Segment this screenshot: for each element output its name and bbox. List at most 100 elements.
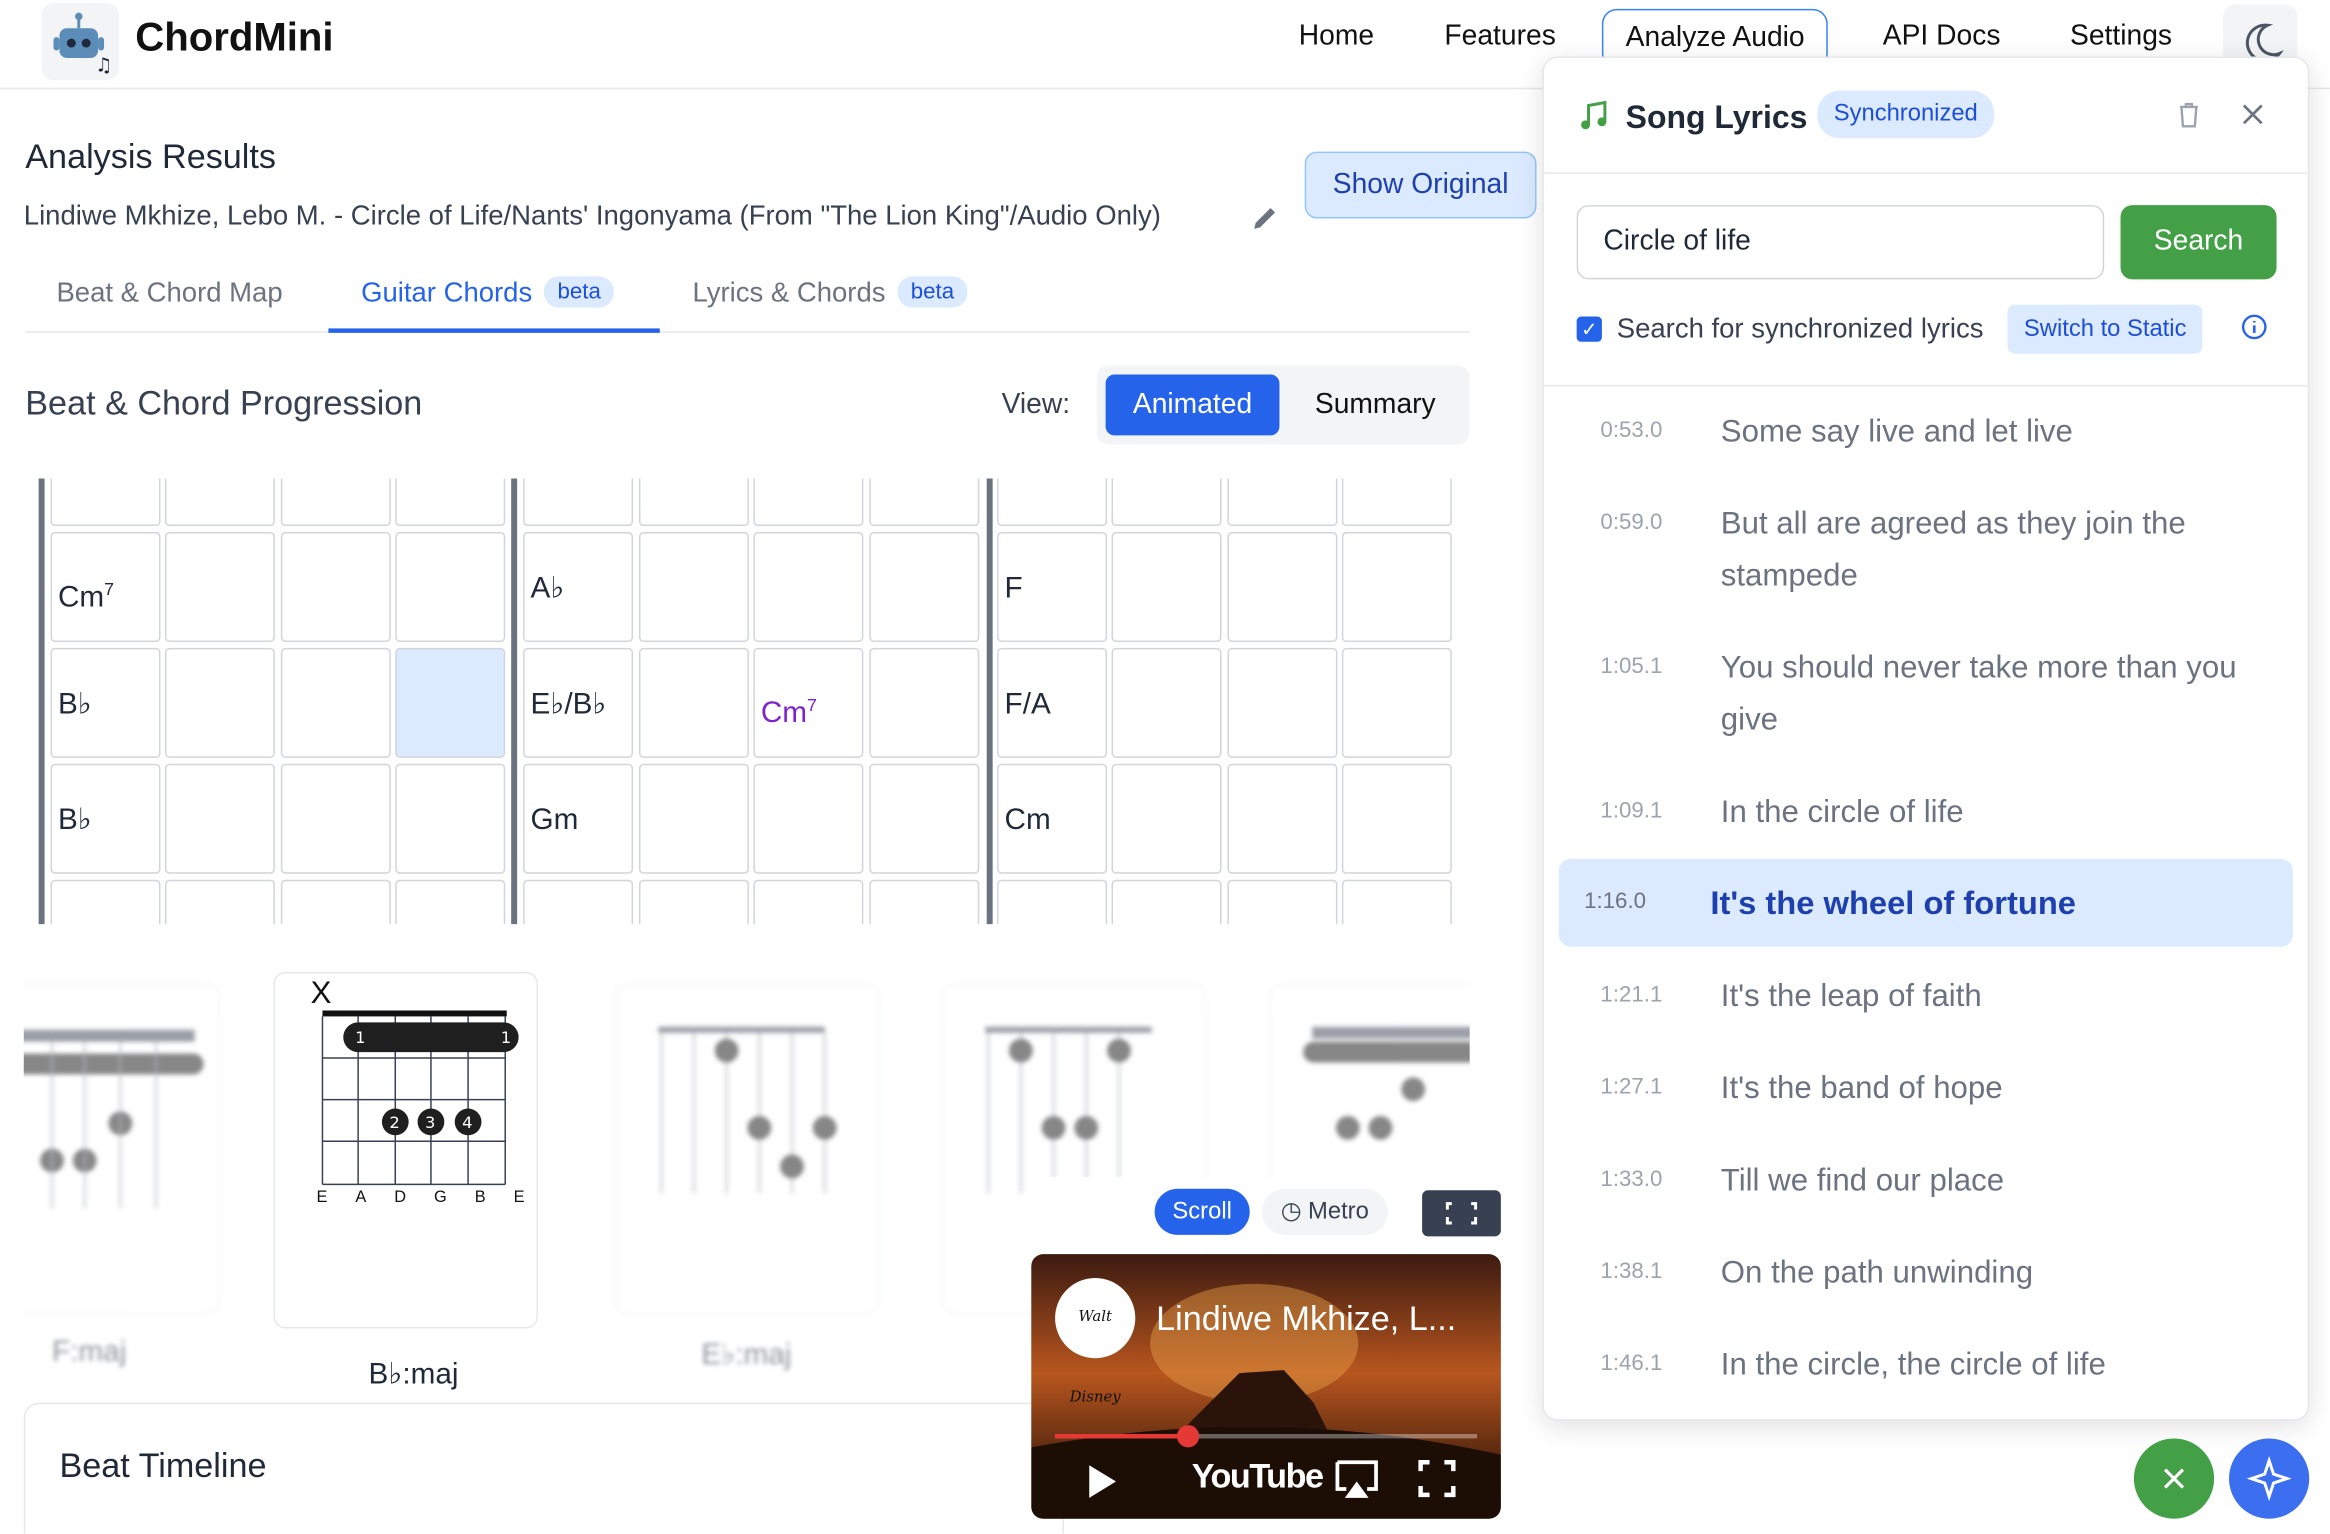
lyric-line-active[interactable]: 1:16.0 It's the wheel of fortune <box>1558 858 2293 947</box>
nav-home[interactable]: Home <box>1299 21 1374 54</box>
beat-cell[interactable] <box>638 763 749 874</box>
beat-cell[interactable] <box>1227 763 1338 874</box>
beat-cell[interactable] <box>997 879 1108 925</box>
scroll-button[interactable]: Scroll <box>1154 1188 1250 1235</box>
brand-name[interactable]: ChordMini <box>135 15 333 61</box>
beat-cell[interactable] <box>1111 478 1222 527</box>
beat-cell[interactable] <box>1341 879 1452 925</box>
beat-cell[interactable] <box>869 531 980 642</box>
beat-cell[interactable] <box>523 879 634 925</box>
chord-diagram-card[interactable] <box>615 983 880 1314</box>
chord-cell[interactable]: Cm7 <box>753 647 864 758</box>
current-beat-cell[interactable] <box>395 647 506 758</box>
beat-cell[interactable] <box>1111 531 1222 642</box>
chord-cell[interactable]: A♭ <box>523 531 634 642</box>
beat-cell[interactable] <box>1227 879 1338 925</box>
video-progress-track[interactable] <box>1055 1433 1478 1439</box>
beat-cell[interactable] <box>869 879 980 925</box>
beat-cell[interactable] <box>1111 647 1222 758</box>
beat-cell[interactable] <box>1227 478 1338 527</box>
beat-cell[interactable] <box>395 478 506 527</box>
beat-cell[interactable] <box>50 879 161 925</box>
beat-cell[interactable] <box>50 478 161 527</box>
beat-cell[interactable] <box>280 531 391 642</box>
tab-label: Lyrics & Chords <box>692 276 886 308</box>
beat-cell[interactable] <box>638 647 749 758</box>
lyrics-search-button[interactable]: Search <box>2120 205 2277 280</box>
beat-cell[interactable] <box>753 763 864 874</box>
beat-cell[interactable] <box>1111 763 1222 874</box>
beat-cell[interactable] <box>1227 647 1338 758</box>
close-icon[interactable] <box>2236 98 2269 131</box>
animated-view-button[interactable]: Animated <box>1105 374 1280 436</box>
beat-cell[interactable] <box>1111 879 1222 925</box>
beat-cell[interactable] <box>164 879 275 925</box>
tab-beat-chord-map[interactable]: Beat & Chord Map <box>56 276 282 309</box>
beat-cell[interactable] <box>395 531 506 642</box>
chord-cell[interactable]: Gm <box>523 763 634 874</box>
chord-diagram-card[interactable] <box>23 983 220 1314</box>
beat-cell[interactable] <box>1341 763 1452 874</box>
nav-api-docs[interactable]: API Docs <box>1883 21 2001 54</box>
beat-cell[interactable] <box>164 531 275 642</box>
beat-cell[interactable] <box>280 879 391 925</box>
video-title[interactable]: Lindiwe Mkhize, L... <box>1156 1299 1456 1339</box>
synchronized-lyrics-checkbox[interactable]: ✓ <box>1576 316 1602 342</box>
show-original-button[interactable]: Show Original <box>1304 151 1537 219</box>
tab-lyrics-chords[interactable]: Lyrics & Chords beta <box>692 276 968 309</box>
beat-cell[interactable] <box>523 478 634 527</box>
beat-cell[interactable] <box>395 879 506 925</box>
beat-cell[interactable] <box>869 478 980 527</box>
chord-cell[interactable]: Cm7 <box>50 531 161 642</box>
beat-cell[interactable] <box>280 763 391 874</box>
nav-features[interactable]: Features <box>1444 21 1555 54</box>
active-tab-indicator <box>328 328 660 333</box>
beat-cell[interactable] <box>1341 647 1452 758</box>
beat-cell[interactable] <box>869 647 980 758</box>
beat-cell[interactable] <box>164 763 275 874</box>
beat-cell[interactable] <box>638 478 749 527</box>
fullscreen-icon[interactable] <box>1416 1458 1458 1500</box>
airplay-icon[interactable] <box>1331 1456 1382 1501</box>
beat-cell[interactable] <box>1341 531 1452 642</box>
beat-cell[interactable] <box>638 879 749 925</box>
beat-cell[interactable] <box>753 879 864 925</box>
beat-cell[interactable] <box>1227 531 1338 642</box>
tab-guitar-chords[interactable]: Guitar Chords beta <box>361 276 615 309</box>
chord-cell[interactable]: F <box>997 531 1108 642</box>
chord-cell[interactable]: Cm <box>997 763 1108 874</box>
youtube-video-player[interactable]: Walt Disney Lindiwe Mkhize, L... YouTube <box>1031 1254 1501 1519</box>
beat-cell[interactable] <box>869 763 980 874</box>
beat-cell[interactable] <box>280 647 391 758</box>
beat-cell[interactable] <box>280 478 391 527</box>
edit-pencil-icon[interactable] <box>1248 202 1281 242</box>
beat-cell[interactable] <box>395 763 506 874</box>
summary-view-button[interactable]: Summary <box>1290 374 1461 435</box>
close-floating-button[interactable] <box>2133 1438 2215 1519</box>
chord-cell[interactable]: B♭ <box>50 763 161 874</box>
chord-cell[interactable]: F/A <box>997 647 1108 758</box>
info-icon[interactable] <box>2239 312 2269 342</box>
beat-cell[interactable] <box>1341 478 1452 527</box>
metronome-button[interactable]: ◷ Metro <box>1261 1188 1388 1235</box>
nav-settings[interactable]: Settings <box>2070 21 2172 54</box>
chord-cell[interactable]: B♭ <box>50 647 161 758</box>
trash-icon[interactable] <box>2173 98 2206 131</box>
ai-assistant-button[interactable] <box>2229 1438 2310 1519</box>
beat-cell[interactable] <box>164 478 275 527</box>
beat-cell[interactable] <box>753 531 864 642</box>
youtube-logo[interactable]: YouTube <box>1192 1456 1324 1496</box>
lyric-timestamp: 1:09.1 <box>1600 797 1663 824</box>
beat-cell[interactable] <box>164 647 275 758</box>
switch-to-static-button[interactable]: Switch to Static <box>2007 304 2203 354</box>
beat-cell[interactable] <box>997 478 1108 527</box>
chord-diagram-card-active[interactable]: 1 1 2 3 4 X E A D G B E <box>273 971 538 1329</box>
beat-cell[interactable] <box>753 478 864 527</box>
lyrics-search-input[interactable]: Circle of life <box>1576 205 2105 280</box>
video-scrubber-handle[interactable] <box>1176 1425 1200 1448</box>
robot-logo-icon[interactable]: ♫ <box>41 2 119 81</box>
chord-cell[interactable]: E♭/B♭ <box>523 647 634 758</box>
play-icon[interactable] <box>1085 1462 1121 1501</box>
expand-player-button[interactable] <box>1422 1190 1501 1237</box>
beat-cell[interactable] <box>638 531 749 642</box>
